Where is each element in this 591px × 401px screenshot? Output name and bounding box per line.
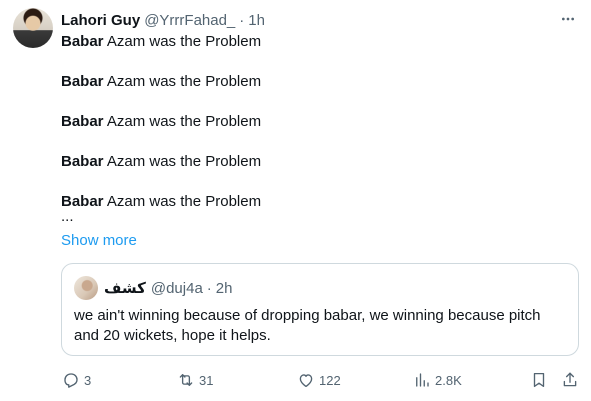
tweet-text: Babar Azam was the Problem Babar Azam wa… [61,32,571,226]
line-text: Azam was the Problem [103,193,262,210]
reply-icon [64,373,78,388]
quoted-avatar[interactable] [74,276,98,300]
tweet-header: Lahori Guy @YrrrFahad_ · 1h [61,10,265,30]
separator-dot: · [239,11,245,29]
more-horizontal-icon [562,17,574,21]
tweet-line: Babar Azam was the Problem [61,32,571,52]
quoted-timestamp: 2h [215,279,233,297]
quoted-tweet-text: we ain't winning because of dropping bab… [74,307,541,344]
bold-word: Babar [61,73,104,90]
bold-word: Babar [61,113,104,130]
quoted-handle: @duj4a [150,279,203,297]
repost-count: 31 [199,372,214,388]
separator-dot: · [206,279,212,297]
repost-icon [179,374,193,386]
line-text: Azam was the Problem [103,33,262,50]
views-count: 2.8K [435,372,462,388]
bold-word: Babar [61,153,104,170]
action-bar: 3 31 122 2.8K [0,368,591,392]
like-button[interactable]: 122 [297,368,341,392]
line-text: Azam was the Problem [103,113,262,130]
tweet-line: Babar Azam was the Problem [61,152,571,172]
bold-word: Babar [61,33,104,50]
line-text: Azam was the Problem [103,153,262,170]
tweet-line: Babar Azam was the Problem [61,112,571,132]
bookmark-button[interactable] [530,368,548,392]
tweet-line: Babar Azam was the Problem [61,192,571,212]
share-icon [563,372,577,387]
tweet[interactable]: Lahori Guy @YrrrFahad_ · 1h Babar Azam w… [0,0,591,401]
bookmark-icon [533,372,545,388]
show-more-link[interactable]: Show more [61,231,137,251]
analytics-icon [416,373,429,387]
truncation-ellipsis: ... [61,208,74,225]
tweet-line: Babar Azam was the Problem [61,72,571,92]
author-handle[interactable]: @YrrrFahad_ [144,12,235,29]
tweet-timestamp[interactable]: 1h [248,12,265,29]
views-button[interactable]: 2.8K [413,368,462,392]
line-text: Azam was the Problem [103,73,262,90]
heart-icon [299,374,313,388]
reply-button[interactable]: 3 [62,368,91,392]
quoted-display-name: كشف [104,279,146,297]
like-count: 122 [319,372,341,388]
author-display-name[interactable]: Lahori Guy [61,12,140,29]
repost-button[interactable]: 31 [177,368,213,392]
share-button[interactable] [561,368,579,392]
quoted-tweet[interactable]: كشف @duj4a · 2h we ain't winning because… [61,263,579,356]
reply-count: 3 [84,372,92,388]
quoted-tweet-header: كشف @duj4a · 2h [104,278,232,298]
more-options-button[interactable] [559,10,577,28]
avatar[interactable] [13,8,53,48]
